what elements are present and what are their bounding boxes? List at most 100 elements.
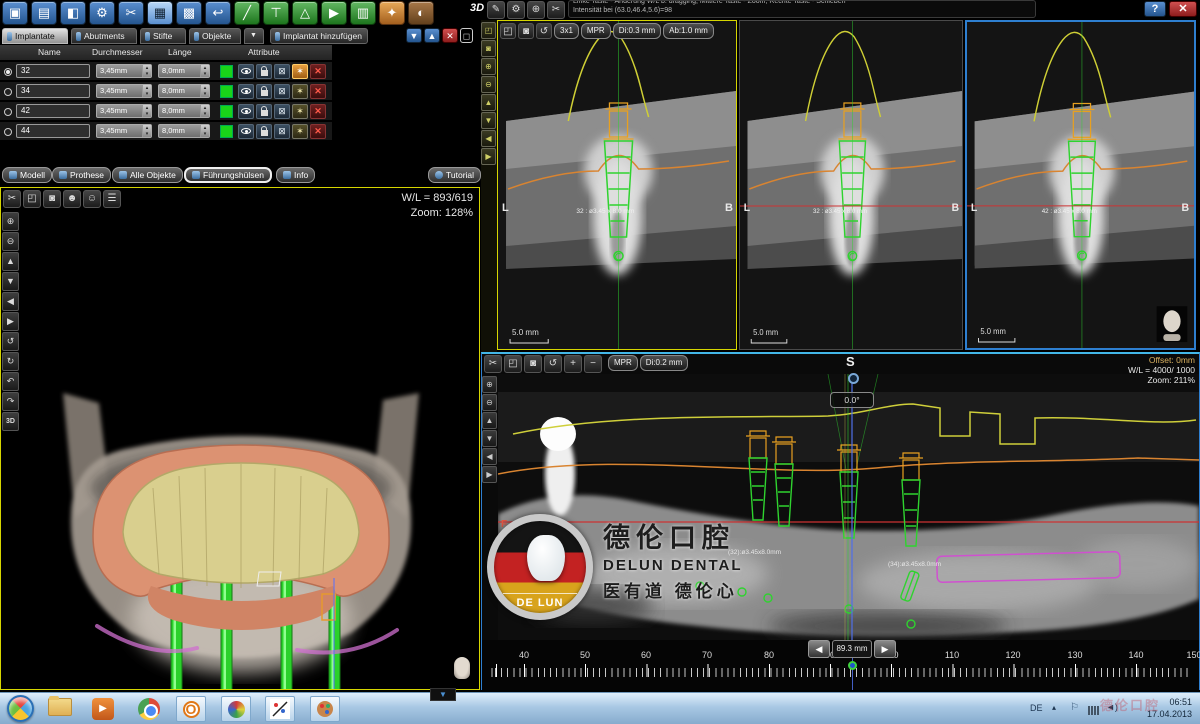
help-button[interactable]: ? (1144, 1, 1166, 17)
abutment-button[interactable]: ✶ (292, 104, 308, 119)
row-radio[interactable] (4, 128, 12, 136)
sleeve-button[interactable]: ⊠ (274, 84, 290, 99)
pan-left-icon[interactable]: ◀ (482, 448, 497, 465)
add-implant-button[interactable]: Implantat hinzufügen (270, 28, 368, 44)
slice-distance-button[interactable]: Di:0.3 mm (613, 23, 661, 39)
wl-brush-icon[interactable]: ✎ (487, 1, 505, 19)
tab-implantate[interactable]: Implantate (2, 28, 68, 44)
pan-down-icon[interactable]: ▼ (482, 430, 497, 447)
implant-wizard-icon[interactable]: ✦ (379, 1, 405, 25)
lock-button[interactable] (256, 124, 272, 139)
pan-up-icon[interactable]: ▲ (2, 252, 19, 271)
pan-down-icon[interactable]: ▼ (2, 272, 19, 291)
zoom-out-icon[interactable]: − (584, 355, 602, 373)
lock-button[interactable] (256, 84, 272, 99)
visibility-button[interactable] (238, 124, 254, 139)
cross-section-panel-3[interactable]: 42 : ø3.45 x 8.0 mm L B 5.0 mm (965, 20, 1196, 350)
slice-next-button[interactable]: ▶ (874, 640, 896, 658)
stepper-arrows-icon[interactable]: ▴▾ (142, 65, 151, 77)
visibility-button[interactable] (238, 64, 254, 79)
modell-button[interactable]: Modell (2, 167, 52, 183)
tools-icon[interactable]: ✂ (484, 355, 502, 373)
close-icon[interactable]: ✕ (1169, 1, 1197, 17)
delete-icon[interactable]: ▥ (350, 1, 376, 25)
layout-3x1-button[interactable]: 3x1 (554, 23, 579, 39)
network-icon[interactable] (1088, 706, 1099, 715)
panoramic-panel[interactable]: ✂ ◰ ◙ ↺ + − MPR Di:0.2 mm ⊕ ⊖ ▲ ▼ ◀ ▶ S … (481, 352, 1200, 690)
pan-left-icon[interactable]: ◀ (481, 130, 496, 147)
language-indicator[interactable]: DE (1030, 703, 1043, 713)
sleeve-button[interactable]: ⊠ (274, 104, 290, 119)
delete-row-button[interactable]: ✕ (310, 124, 326, 139)
stepper-arrows-icon[interactable]: ▴▾ (142, 85, 151, 97)
delete-row-button[interactable]: ✕ (310, 64, 326, 79)
zoom-in-icon[interactable]: ⊕ (482, 376, 497, 393)
snapshot-icon[interactable]: ◙ (518, 23, 534, 39)
implant-name-field[interactable]: 44 (16, 124, 90, 138)
abutment-button[interactable]: ✶ (292, 124, 308, 139)
sleeve-button[interactable]: ⊠ (274, 124, 290, 139)
reset-icon[interactable]: ↺ (536, 23, 552, 39)
length-stepper[interactable]: 8,0mm▴▾ (158, 124, 210, 138)
expand-icon[interactable]: ◰ (500, 23, 516, 39)
row-radio[interactable] (4, 108, 12, 116)
diameter-stepper[interactable]: 3,45mm▴▾ (96, 124, 152, 138)
tab-abutments[interactable]: Abutments (71, 28, 137, 44)
save-icon[interactable]: ▤ (31, 1, 57, 25)
select-icon[interactable]: ▶ (321, 1, 347, 25)
fuehrungshuelsen-button[interactable]: Führungshülsen (184, 167, 272, 183)
cross-section-panel-2[interactable]: 32 : ø3.45 x 8.0 mm L B 5.0 mm (739, 20, 963, 350)
row-radio[interactable] (4, 88, 12, 96)
slice-thickness-button[interactable]: Ab:1.0 mm (663, 23, 714, 39)
visibility-button[interactable] (238, 104, 254, 119)
lock-button[interactable] (256, 104, 272, 119)
pan-left-icon[interactable]: ◀ (2, 292, 19, 311)
panel-resize-nub[interactable]: ▼ (430, 688, 456, 701)
row-radio[interactable] (4, 68, 12, 76)
panel-collapse-button[interactable]: ▼ (406, 28, 422, 43)
contrast-icon[interactable]: ◐ (408, 1, 434, 25)
scissors-icon[interactable]: ✂ (547, 1, 565, 19)
zoom-out-icon[interactable]: ⊖ (481, 76, 496, 93)
tutorial-button[interactable]: Tutorial (428, 167, 481, 183)
length-stepper[interactable]: 8,0mm▴▾ (158, 64, 210, 78)
start-button[interactable] (7, 695, 34, 722)
expand-icon[interactable]: ◰ (481, 22, 496, 39)
diameter-stepper[interactable]: 3,45mm▴▾ (96, 84, 152, 98)
stepper-arrows-icon[interactable]: ▴▾ (200, 85, 209, 97)
stepper-arrows-icon[interactable]: ▴▾ (142, 105, 151, 117)
tools-icon[interactable]: ✂ (3, 190, 21, 208)
measure-angle-icon[interactable]: △ (292, 1, 318, 25)
panel-restore-button[interactable]: ◻ (460, 28, 473, 43)
abutment-button[interactable]: ✶ (292, 84, 308, 99)
pan-right-icon[interactable]: ▶ (2, 312, 19, 331)
planning-app-button[interactable] (265, 696, 295, 722)
measure-line-icon[interactable]: ╱ (234, 1, 260, 25)
length-stepper[interactable]: 8,0mm▴▾ (158, 104, 210, 118)
tray-expand-icon[interactable]: ▴ (1052, 703, 1056, 712)
rotation-handle-icon[interactable] (848, 373, 859, 384)
settings-icon[interactable]: ⚙ (89, 1, 115, 25)
stepper-arrows-icon[interactable]: ▴▾ (200, 125, 209, 137)
paint-app-button[interactable] (310, 696, 340, 722)
delete-row-button[interactable]: ✕ (310, 84, 326, 99)
zoom-in-icon[interactable]: + (564, 355, 582, 373)
diameter-stepper[interactable]: 3,45mm▴▾ (96, 104, 152, 118)
table-row[interactable]: 34 3,45mm▴▾ 8,0mm▴▾ ⊠ ✶ ✕ (0, 82, 332, 101)
snapshot-icon[interactable]: ◙ (524, 355, 542, 373)
gear-icon[interactable]: ⚙ (507, 1, 525, 19)
implant-name-field[interactable]: 42 (16, 104, 90, 118)
length-stepper[interactable]: 8,0mm▴▾ (158, 84, 210, 98)
delete-row-button[interactable]: ✕ (310, 104, 326, 119)
implant-name-field[interactable]: 32 (16, 64, 90, 78)
table-row[interactable]: 42 3,45mm▴▾ 8,0mm▴▾ ⊠ ✶ ✕ (0, 102, 332, 121)
stepper-arrows-icon[interactable]: ▴▾ (142, 125, 151, 137)
magnifier-icon[interactable]: ⊕ (527, 1, 545, 19)
rotate-cw-icon[interactable]: ↻ (2, 352, 19, 371)
media-player-icon[interactable]: ▶ (92, 698, 114, 720)
diameter-stepper[interactable]: 3,45mm▴▾ (96, 64, 152, 78)
mpr-button[interactable]: MPR (608, 355, 638, 371)
measure-depth-icon[interactable]: ⊤ (263, 1, 289, 25)
sleeve-button[interactable]: ⊠ (274, 64, 290, 79)
table-row[interactable]: 32 3,45mm▴▾ 8,0mm▴▾ ⊠ ✶ ✕ (0, 62, 332, 81)
